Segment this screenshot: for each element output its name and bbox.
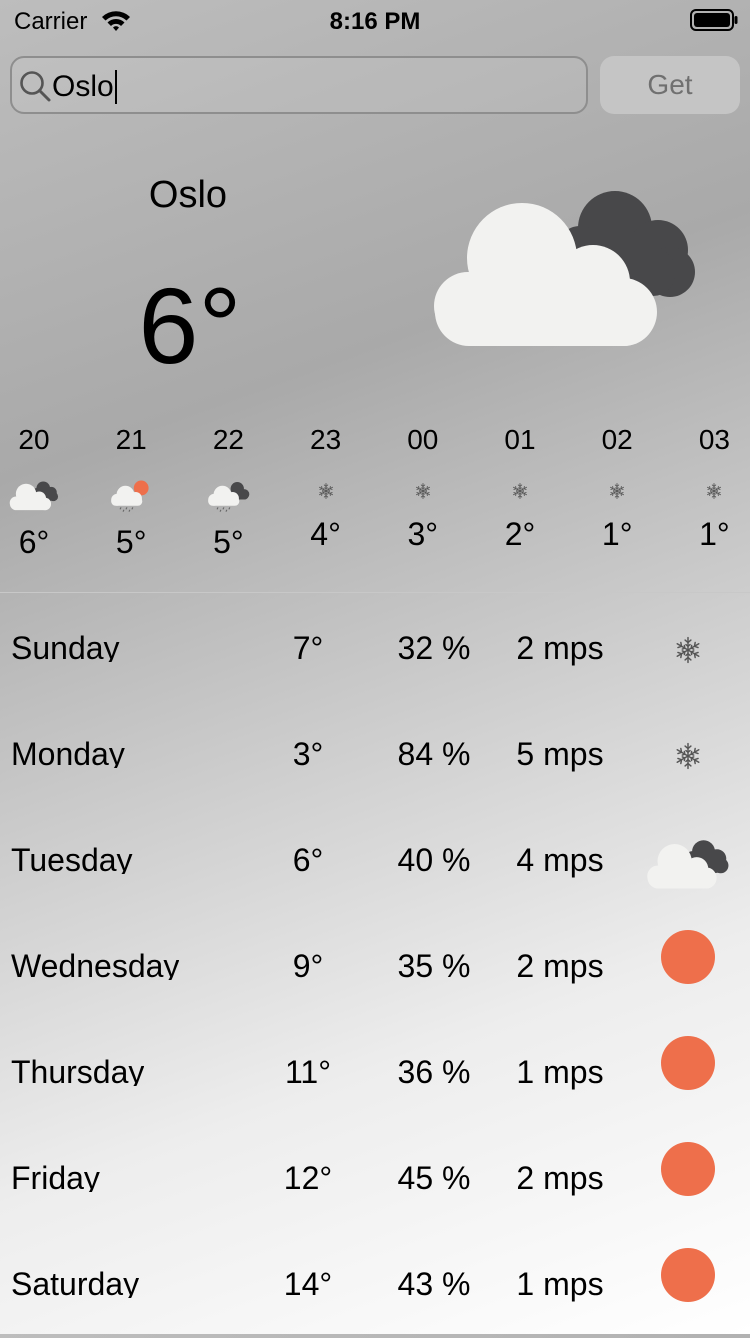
- day-temperature: 3°: [292, 736, 324, 772]
- hour-time: 01: [504, 424, 536, 455]
- hour-time: 20: [18, 424, 50, 455]
- day-temperature: 7°: [292, 630, 324, 666]
- day-row: Tuesday 6° 40 % 4 mps: [0, 808, 750, 914]
- hourly-item: 21 5°: [86, 420, 176, 562]
- hourly-item: 00 3°: [378, 420, 468, 554]
- search-input[interactable]: Oslo: [10, 56, 588, 114]
- hourly-item: 02 1°: [572, 420, 662, 554]
- day-row: Saturday 14° 43 % 1 mps: [0, 1232, 750, 1338]
- day-name: Monday: [11, 736, 125, 768]
- hourly-item: 03 1°: [669, 420, 750, 554]
- get-button[interactable]: Get: [600, 56, 740, 114]
- battery-icon: [690, 9, 738, 31]
- sun-icon: [661, 1248, 715, 1302]
- hour-temperature: 5°: [115, 524, 147, 560]
- day-temperature: 14°: [283, 1266, 333, 1302]
- hour-time: 22: [212, 424, 244, 455]
- day-temperature: 12°: [283, 1160, 333, 1196]
- snowflake-icon: [707, 483, 722, 499]
- day-humidity: 40 %: [397, 842, 471, 878]
- hour-time: 03: [698, 424, 730, 455]
- hourly-item: 20 6°: [0, 420, 79, 562]
- day-humidity: 36 %: [397, 1054, 471, 1090]
- day-wind-speed: 5 mps: [516, 736, 604, 772]
- snowflake-icon: [676, 742, 700, 770]
- day-row: Thursday 11° 36 % 1 mps: [0, 1020, 750, 1126]
- hourly-forecast: 20 6° 21 5° 22 5° 23 4° 00 3° 01 2° 02 1° 03 1°: [0, 420, 750, 570]
- hour-time: 00: [407, 424, 439, 455]
- hour-time: 21: [115, 424, 147, 455]
- day-name: Saturday: [11, 1266, 140, 1298]
- hour-temperature: 5°: [213, 524, 244, 560]
- hour-temperature: 6°: [18, 524, 50, 560]
- day-wind-speed: 1 mps: [516, 1266, 604, 1302]
- day-name: Thursday: [11, 1054, 145, 1086]
- day-name: Sunday: [11, 630, 120, 662]
- day-wind-speed: 4 mps: [516, 842, 604, 878]
- day-temperature: 6°: [292, 842, 324, 878]
- day-humidity: 35 %: [397, 948, 471, 984]
- hourly-item: 01 2°: [475, 420, 565, 554]
- hour-time: 23: [310, 424, 342, 455]
- snowflake-icon: [318, 483, 333, 499]
- day-temperature: 9°: [292, 948, 324, 984]
- day-humidity: 43 %: [397, 1266, 471, 1302]
- day-name: Wednesday: [11, 948, 180, 980]
- hour-time: 02: [601, 424, 633, 455]
- day-row: Friday 12° 45 % 2 mps: [0, 1126, 750, 1232]
- day-row: Wednesday 9° 35 % 2 mps: [0, 914, 750, 1020]
- status-bar: Carrier 8:16 PM: [0, 0, 750, 40]
- hour-temperature: 1°: [699, 516, 730, 552]
- snowflake-icon: [676, 636, 700, 664]
- day-temperature: 11°: [284, 1054, 331, 1090]
- day-humidity: 45 %: [397, 1160, 471, 1196]
- hour-temperature: 1°: [601, 516, 633, 552]
- day-humidity: 84 %: [397, 736, 471, 772]
- day-name: Friday: [11, 1160, 100, 1192]
- sun-icon: [661, 930, 715, 984]
- day-wind-speed: 2 mps: [516, 948, 604, 984]
- sun-icon: [661, 1036, 715, 1090]
- sun-icon: [661, 1142, 715, 1196]
- day-name: Tuesday: [11, 842, 133, 874]
- hour-temperature: 4°: [310, 516, 341, 552]
- day-humidity: 32 %: [397, 630, 471, 666]
- current-temperature: 6°: [138, 265, 242, 386]
- search-icon: [20, 71, 51, 102]
- hour-temperature: 3°: [407, 516, 439, 552]
- snowflake-icon: [513, 483, 527, 499]
- day-wind-speed: 2 mps: [516, 1160, 604, 1196]
- hourly-item: 22 5°: [183, 420, 273, 562]
- hourly-item: 23 4°: [281, 420, 371, 554]
- day-wind-speed: 2 mps: [516, 630, 604, 666]
- day-row: Sunday 7° 32 % 2 mps: [0, 596, 750, 702]
- day-row: Monday 3° 84 % 5 mps: [0, 702, 750, 808]
- cloud-icon: [647, 840, 729, 889]
- divider: [0, 592, 750, 593]
- status-time: 8:16 PM: [329, 8, 421, 35]
- snowflake-icon: [415, 483, 430, 499]
- text-caret: [114, 70, 117, 104]
- snowflake-icon: [610, 483, 625, 499]
- hour-temperature: 2°: [504, 516, 536, 552]
- city-name: Oslo: [148, 174, 228, 216]
- cloud-icon: [434, 191, 695, 346]
- search-text: Oslo: [52, 70, 117, 104]
- cloud-icon: [9, 481, 59, 511]
- rain-sun-icon: [111, 480, 149, 512]
- rain-cloud-icon: [208, 482, 250, 512]
- day-wind-speed: 1 mps: [516, 1054, 604, 1090]
